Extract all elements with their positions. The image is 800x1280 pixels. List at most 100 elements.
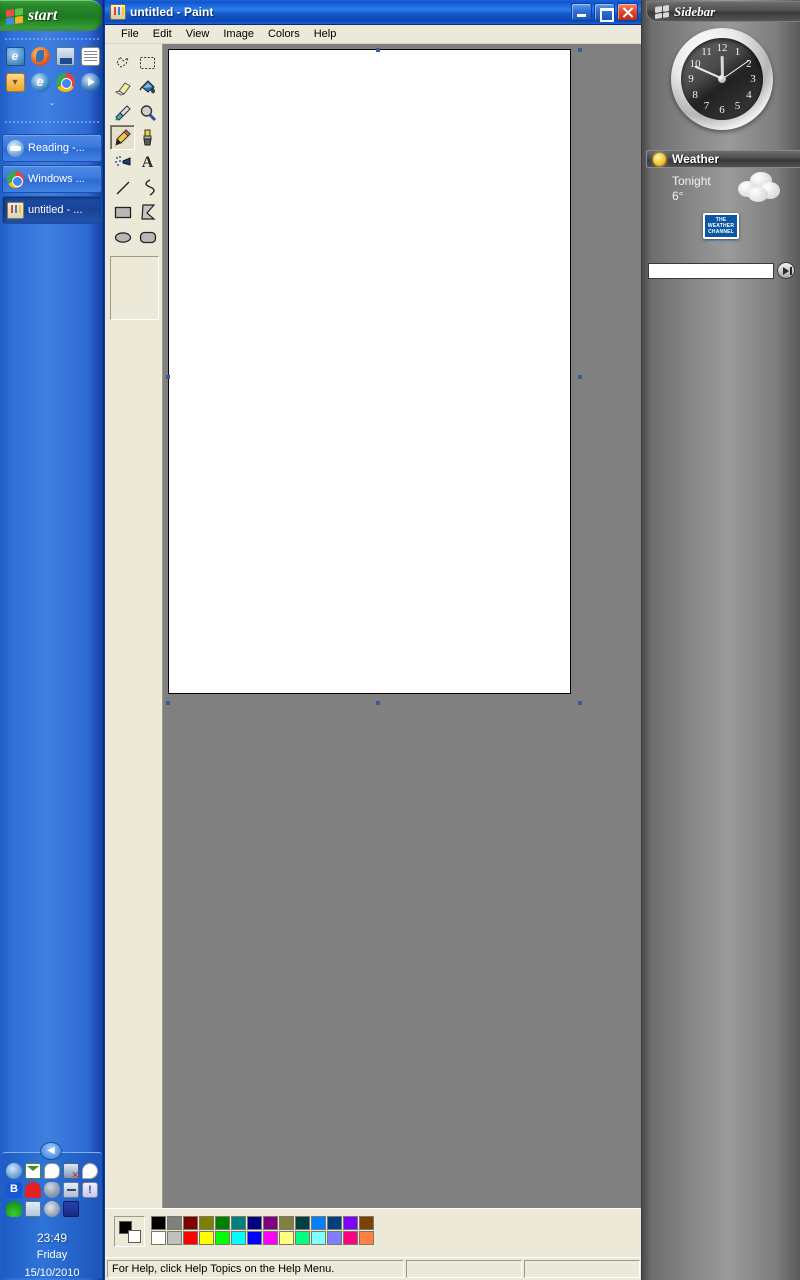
color-swatch-0-9[interactable] bbox=[295, 1216, 310, 1230]
internet-explorer-icon[interactable] bbox=[28, 70, 52, 94]
ellipse-tool[interactable] bbox=[110, 225, 135, 250]
mail-icon[interactable] bbox=[3, 70, 27, 94]
magnifier-tool[interactable] bbox=[135, 100, 160, 125]
antivirus-heart-icon[interactable] bbox=[25, 1182, 41, 1198]
maximize-button[interactable] bbox=[594, 3, 615, 22]
color-swatch-1-10[interactable] bbox=[311, 1231, 326, 1245]
resize-handle-middle-left[interactable] bbox=[166, 375, 170, 379]
mail-icon[interactable] bbox=[25, 1163, 41, 1179]
curve-tool[interactable] bbox=[135, 175, 160, 200]
resize-handle-top-middle[interactable] bbox=[376, 48, 380, 52]
menu-colors[interactable]: Colors bbox=[261, 26, 307, 42]
fill-with-color-tool[interactable] bbox=[135, 75, 160, 100]
resize-handle-bottom-right[interactable] bbox=[578, 701, 582, 705]
color-swatch-0-5[interactable] bbox=[231, 1216, 246, 1230]
color-swatch-1-4[interactable] bbox=[215, 1231, 230, 1245]
microphone-alert-icon[interactable] bbox=[82, 1182, 98, 1198]
battery-icon[interactable] bbox=[63, 1201, 79, 1217]
airbrush-tool[interactable] bbox=[110, 150, 135, 175]
resize-handle-middle-right[interactable] bbox=[578, 375, 582, 379]
line-tool[interactable] bbox=[110, 175, 135, 200]
close-button[interactable] bbox=[617, 3, 638, 21]
color-swatch-1-2[interactable] bbox=[183, 1231, 198, 1245]
rectangle-tool[interactable] bbox=[110, 200, 135, 225]
color-swatch-0-11[interactable] bbox=[327, 1216, 342, 1230]
notepad-icon[interactable] bbox=[78, 44, 102, 68]
wireless-signal-icon[interactable] bbox=[6, 1201, 22, 1217]
start-button[interactable]: start bbox=[0, 0, 102, 31]
key-tool-icon[interactable] bbox=[63, 1182, 79, 1198]
firefox-icon[interactable] bbox=[28, 44, 52, 68]
color-swatch-1-12[interactable] bbox=[343, 1231, 358, 1245]
weather-channel-logo[interactable]: THE WEATHER CHANNEL bbox=[703, 213, 739, 239]
outlook-express-icon[interactable] bbox=[3, 44, 27, 68]
task-button-1[interactable]: Windows ... bbox=[2, 165, 102, 193]
clock-gadget[interactable]: 12 1 2 3 4 5 6 7 8 9 10 11 bbox=[642, 26, 800, 144]
color-swatch-1-5[interactable] bbox=[231, 1231, 246, 1245]
eraser-tool[interactable] bbox=[110, 75, 135, 100]
text-tool[interactable]: A bbox=[135, 150, 160, 175]
resize-handle-top-right[interactable] bbox=[578, 48, 582, 52]
color-swatch-1-7[interactable] bbox=[263, 1231, 278, 1245]
color-swatch-1-13[interactable] bbox=[359, 1231, 374, 1245]
color-swatch-1-1[interactable] bbox=[167, 1231, 182, 1245]
messenger-icon[interactable] bbox=[44, 1163, 60, 1179]
clock-time[interactable]: 23:49 bbox=[2, 1231, 102, 1245]
color-swatch-1-0[interactable] bbox=[151, 1231, 166, 1245]
color-swatch-1-11[interactable] bbox=[327, 1231, 342, 1245]
color-swatch-0-8[interactable] bbox=[279, 1216, 294, 1230]
task-button-0[interactable]: Reading -... bbox=[2, 134, 102, 162]
background-color-swatch[interactable] bbox=[128, 1230, 141, 1243]
paint-titlebar[interactable]: untitled - Paint bbox=[105, 0, 642, 25]
color-swatch-0-7[interactable] bbox=[263, 1216, 278, 1230]
minimize-button[interactable] bbox=[571, 3, 592, 21]
sidebar-header[interactable]: Sidebar bbox=[646, 1, 800, 22]
color-swatch-1-8[interactable] bbox=[279, 1231, 294, 1245]
canvas-workspace[interactable] bbox=[163, 44, 642, 1208]
polygon-tool[interactable] bbox=[135, 200, 160, 225]
color-swatch-0-10[interactable] bbox=[311, 1216, 326, 1230]
search-input[interactable] bbox=[648, 262, 774, 279]
rectangular-select-tool[interactable] bbox=[135, 50, 160, 75]
color-swatch-0-6[interactable] bbox=[247, 1216, 262, 1230]
pick-color-tool[interactable] bbox=[110, 100, 135, 125]
resize-handle-bottom-middle[interactable] bbox=[376, 701, 380, 705]
weather-header[interactable]: Weather bbox=[646, 150, 800, 168]
weather-channel-url[interactable]: weather.com bbox=[696, 240, 748, 246]
speech-bubble-icon[interactable] bbox=[82, 1163, 98, 1179]
color-swatch-0-0[interactable] bbox=[151, 1216, 166, 1230]
tool-options-panel[interactable] bbox=[110, 256, 159, 320]
show-desktop-icon[interactable] bbox=[53, 44, 77, 68]
current-colors-indicator[interactable] bbox=[114, 1216, 145, 1247]
resize-handle-bottom-left[interactable] bbox=[166, 701, 170, 705]
menu-image[interactable]: Image bbox=[216, 26, 261, 42]
search-go-button[interactable] bbox=[777, 262, 795, 279]
rounded-rectangle-tool[interactable] bbox=[135, 225, 160, 250]
network-icon[interactable] bbox=[6, 1163, 22, 1179]
color-swatch-1-6[interactable] bbox=[247, 1231, 262, 1245]
task-button-2[interactable]: untitled - ... bbox=[2, 196, 102, 224]
color-swatch-1-9[interactable] bbox=[295, 1231, 310, 1245]
tray-expand-chevron-icon[interactable]: ◀ bbox=[40, 1142, 62, 1160]
free-form-select-tool[interactable] bbox=[110, 50, 135, 75]
color-swatch-1-3[interactable] bbox=[199, 1231, 214, 1245]
color-swatch-0-3[interactable] bbox=[199, 1216, 214, 1230]
network-disconnected-icon[interactable] bbox=[63, 1163, 79, 1181]
security-shield-icon[interactable] bbox=[44, 1182, 60, 1198]
color-swatch-0-4[interactable] bbox=[215, 1216, 230, 1230]
volume-speaker-icon[interactable] bbox=[44, 1201, 60, 1217]
drawing-canvas[interactable] bbox=[166, 48, 582, 705]
windows-media-player-icon[interactable] bbox=[78, 70, 102, 94]
menu-help[interactable]: Help bbox=[307, 26, 344, 42]
color-swatch-0-12[interactable] bbox=[343, 1216, 358, 1230]
color-swatch-0-2[interactable] bbox=[183, 1216, 198, 1230]
color-swatch-0-1[interactable] bbox=[167, 1216, 182, 1230]
pencil-tool[interactable] bbox=[110, 125, 135, 150]
color-swatch-0-13[interactable] bbox=[359, 1216, 374, 1230]
menu-file[interactable]: File bbox=[114, 26, 146, 42]
brush-tool[interactable] bbox=[135, 125, 160, 150]
display-monitor-icon[interactable] bbox=[25, 1201, 41, 1217]
chrome-icon[interactable] bbox=[53, 70, 77, 94]
bluetooth-icon[interactable] bbox=[6, 1182, 22, 1198]
menu-edit[interactable]: Edit bbox=[146, 26, 179, 42]
